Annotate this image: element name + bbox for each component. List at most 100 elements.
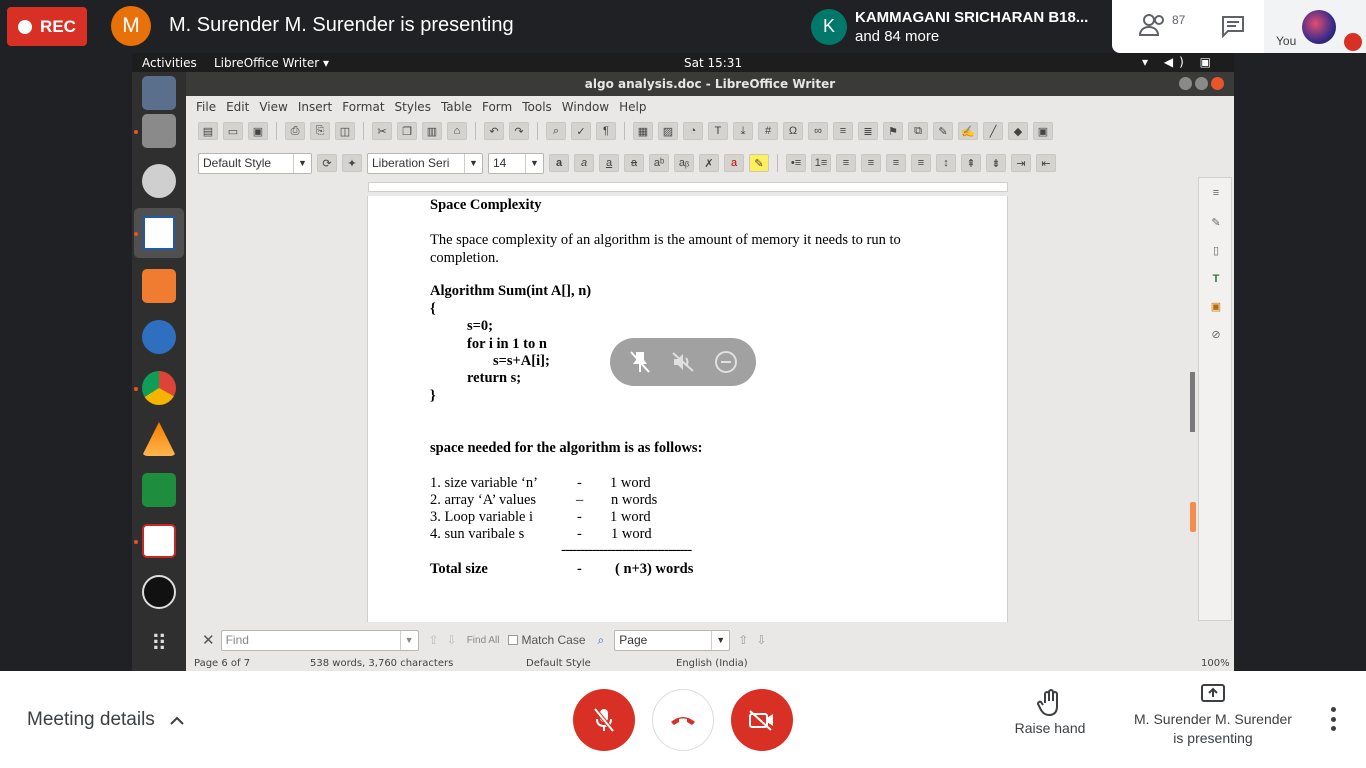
find-previous-icon[interactable]: ⇧ [429,633,439,647]
page-break-icon[interactable]: ⤓ [733,122,753,140]
styles-icon[interactable]: T [1207,270,1225,288]
formatting-marks-icon[interactable]: ¶ [596,122,616,140]
numbering-icon[interactable]: 1≡ [811,154,831,172]
menu-view[interactable]: View [254,100,292,114]
menu-table[interactable]: Table [436,100,477,114]
paragraph-style-select[interactable]: Default Style ▼ [198,152,312,174]
copy-icon[interactable]: ❐ [397,122,417,140]
bullets-icon[interactable]: •≡ [786,154,806,172]
leave-call-button[interactable] [652,689,714,751]
menu-insert[interactable]: Insert [293,100,337,114]
find-next-icon[interactable]: ⇩ [447,633,457,647]
spelling-icon[interactable]: ✓ [571,122,591,140]
decrease-indent-icon[interactable]: ⇤ [1036,154,1056,172]
align-center-icon[interactable]: ≡ [861,154,881,172]
menu-help[interactable]: Help [614,100,651,114]
special-character-icon[interactable]: Ω [783,122,803,140]
find-all-button[interactable]: Find All [467,635,500,646]
new-style-icon[interactable]: ✦ [342,154,362,172]
print-icon[interactable]: ⎘ [310,122,330,140]
export-pdf-icon[interactable]: ⎙ [285,122,305,140]
print-preview-icon[interactable]: ◫ [335,122,355,140]
chat-button[interactable] [1220,14,1246,39]
align-left-icon[interactable]: ≡ [836,154,856,172]
cut-icon[interactable]: ✂ [372,122,392,140]
gallery-icon[interactable]: ▣ [1207,298,1225,316]
cross-reference-icon[interactable]: ⧉ [908,122,928,140]
microphone-button[interactable] [573,689,635,751]
open-icon[interactable]: ▭ [223,122,243,140]
increase-indent-icon[interactable]: ⇥ [1011,154,1031,172]
find-input[interactable]: Find ▼ [220,629,419,651]
justify-icon[interactable]: ≡ [911,154,931,172]
sidebar-menu-icon[interactable]: ≡ [1207,184,1225,202]
insert-chart-icon[interactable]: ◔ [683,122,703,140]
hyperlink-icon[interactable]: ∞ [808,122,828,140]
presenting-button[interactable]: M. Surender M. Surender is presenting [1122,683,1304,748]
insert-field-icon[interactable]: # [758,122,778,140]
menu-format[interactable]: Format [337,100,389,114]
italic-icon[interactable]: a [574,154,594,172]
menu-styles[interactable]: Styles [390,100,436,114]
decrease-paragraph-spacing-icon[interactable]: ⇟ [986,154,1006,172]
chrome-icon[interactable] [142,371,176,405]
draw-functions-icon[interactable]: ▣ [1033,122,1053,140]
find-replace-icon[interactable]: ⌕ [546,122,566,140]
align-right-icon[interactable]: ≡ [886,154,906,172]
paste-icon[interactable]: ▥ [422,122,442,140]
obs-icon[interactable] [142,575,176,609]
status-word-count[interactable]: 538 words, 3,760 characters [310,658,453,669]
status-page-style[interactable]: Default Style [526,658,591,669]
page-icon[interactable]: ▯ [1207,242,1225,260]
insert-image-icon[interactable]: ▨ [658,122,678,140]
menu-window[interactable]: Window [557,100,614,114]
scope-down-icon[interactable]: ⇩ [756,633,766,647]
insert-textbox-icon[interactable]: T [708,122,728,140]
navigator-icon[interactable]: ⊘ [1207,326,1225,344]
status-zoom[interactable]: 100% [1201,658,1230,669]
software-center-icon[interactable] [142,269,176,303]
font-color-icon[interactable]: a [724,154,744,172]
match-case-checkbox[interactable] [507,635,518,645]
raise-hand-button[interactable]: Raise hand [1010,689,1090,736]
mute-tile-button[interactable] [670,349,696,375]
people-button[interactable]: 87 [1138,11,1188,41]
clear-formatting-icon[interactable]: ✗ [699,154,719,172]
horizontal-ruler[interactable] [368,182,1008,192]
update-style-icon[interactable]: ⟳ [317,154,337,172]
font-size-select[interactable]: 14 ▼ [488,152,544,174]
app-menu[interactable]: LibreOffice Writer ▾ [214,56,329,70]
line-spacing-icon[interactable]: ↕ [936,154,956,172]
line-icon[interactable]: ╱ [983,122,1003,140]
close-find-icon[interactable]: ✕ [202,631,215,649]
menu-file[interactable]: File [191,100,221,114]
undo-icon[interactable]: ↶ [484,122,504,140]
dock-app-icon[interactable] [142,76,176,110]
subscript-icon[interactable]: aᵦ [674,154,694,172]
font-name-select[interactable]: Liberation Seri ▼ [367,152,483,174]
more-options-button[interactable] [1322,707,1344,731]
self-view-tile[interactable]: You [1264,0,1366,53]
clone-formatting-icon[interactable]: ⌂ [447,122,467,140]
writer-dock-item[interactable] [134,208,184,258]
calc-icon[interactable] [142,473,176,507]
meeting-details-button[interactable]: Meeting details [27,709,185,731]
menu-tools[interactable]: Tools [517,100,557,114]
show-apps-icon[interactable]: ⠿ [142,629,176,663]
participant-tile[interactable]: K KAMMAGANI SRICHARAN B18... and 84 more [803,0,1111,53]
search-scope-select[interactable]: Page ▼ [614,629,731,651]
rhythmbox-icon[interactable] [142,164,176,198]
properties-icon[interactable]: ✎ [1207,214,1225,232]
find-replace-icon[interactable]: ⌕ [598,633,605,648]
files-icon[interactable] [142,114,176,148]
pdf-viewer-icon[interactable] [142,524,176,558]
underline-icon[interactable]: a [599,154,619,172]
close-button[interactable] [1211,77,1224,90]
menu-form[interactable]: Form [477,100,517,114]
endnote-icon[interactable]: ≣ [858,122,878,140]
camera-button[interactable] [731,689,793,751]
redo-icon[interactable]: ↷ [509,122,529,140]
bold-icon[interactable]: a [549,154,569,172]
help-icon[interactable] [142,320,176,354]
scope-up-icon[interactable]: ⇧ [738,633,748,647]
